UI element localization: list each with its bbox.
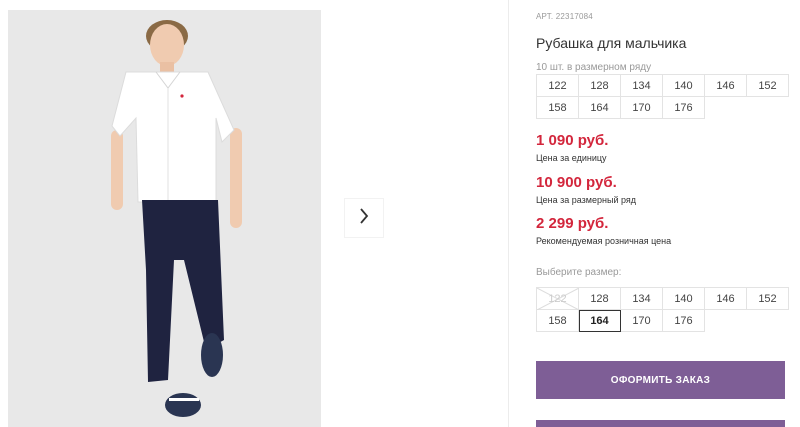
secondary-button[interactable] xyxy=(536,420,785,427)
pack-size-cell: 170 xyxy=(621,97,663,119)
pack-size-cell: 164 xyxy=(579,97,621,119)
pack-note: 10 шт. в размерном ряду xyxy=(536,62,652,73)
pack-size-cell: 152 xyxy=(747,75,789,97)
retail-price-label: Рекомендуемая розничная цена xyxy=(536,236,672,246)
size-option-selected[interactable]: 164 xyxy=(579,310,621,332)
size-option-disabled[interactable]: 122 xyxy=(537,288,579,310)
unit-price: 1 090 руб. xyxy=(536,132,609,149)
pack-size-cell: 146 xyxy=(705,75,747,97)
size-option-label: 122 xyxy=(548,292,567,305)
size-option[interactable]: 170 xyxy=(621,310,663,332)
next-image-button[interactable] xyxy=(345,199,383,237)
place-order-button[interactable]: ОФОРМИТЬ ЗАКАЗ xyxy=(536,361,785,399)
product-photo xyxy=(8,10,321,427)
pack-size-grid: 122 128 134 140 146 152 158 164 170 176 xyxy=(536,74,789,119)
pack-size-cell: 158 xyxy=(537,97,579,119)
article-number: АРТ. 22317084 xyxy=(536,12,593,21)
size-option[interactable]: 152 xyxy=(747,288,789,310)
product-title: Рубашка для мальчика xyxy=(536,35,687,51)
pack-size-cell: 122 xyxy=(537,75,579,97)
pack-size-cell: 140 xyxy=(663,75,705,97)
size-option[interactable]: 146 xyxy=(705,288,747,310)
retail-price: 2 299 руб. xyxy=(536,215,609,232)
size-selector: 122 128 134 140 146 152 158 164 170 176 xyxy=(536,287,789,332)
pack-size-cell: 128 xyxy=(579,75,621,97)
row-price: 10 900 руб. xyxy=(536,174,617,191)
size-option[interactable]: 176 xyxy=(663,310,705,332)
pack-size-cell: 176 xyxy=(663,97,705,119)
choose-size-label: Выберите размер: xyxy=(536,267,622,278)
size-option[interactable]: 134 xyxy=(621,288,663,310)
column-divider xyxy=(508,0,509,427)
size-option[interactable]: 140 xyxy=(663,288,705,310)
size-option[interactable]: 128 xyxy=(579,288,621,310)
unit-price-label: Цена за единицу xyxy=(536,153,607,163)
chevron-right-icon xyxy=(359,207,369,229)
pack-size-cell: 134 xyxy=(621,75,663,97)
row-price-label: Цена за размерный ряд xyxy=(536,195,637,205)
size-option[interactable]: 158 xyxy=(537,310,579,332)
